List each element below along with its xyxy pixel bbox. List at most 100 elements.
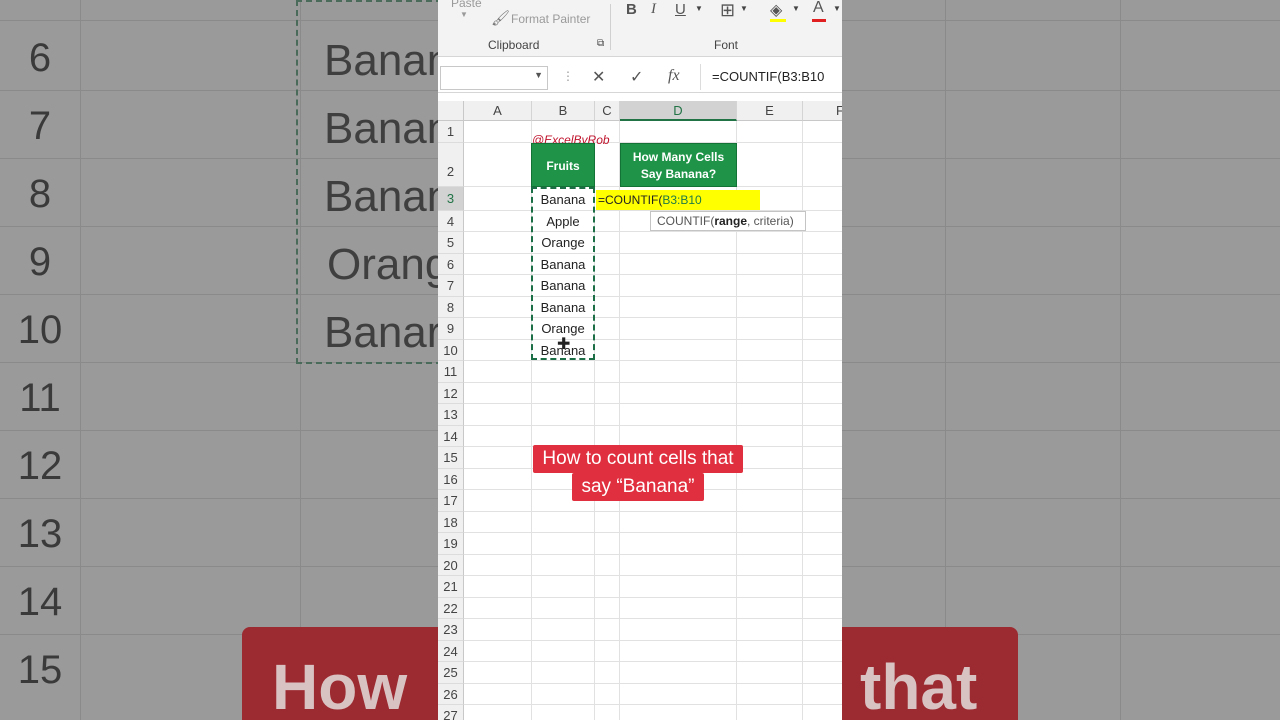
caption-line2: say “Banana” bbox=[572, 473, 704, 501]
grid-line bbox=[464, 382, 842, 383]
paste-dropdown-icon[interactable]: ▼ bbox=[460, 10, 468, 19]
column-header-d[interactable]: D bbox=[620, 101, 737, 121]
brush-icon: 🖌 bbox=[491, 10, 511, 27]
enter-check-icon[interactable]: ✓ bbox=[630, 67, 643, 87]
row-header[interactable]: 10 bbox=[438, 340, 464, 361]
row-header[interactable]: 15 bbox=[438, 447, 464, 469]
row-header[interactable]: 14 bbox=[438, 426, 464, 447]
bg-word: Banan bbox=[324, 36, 452, 85]
grid-line bbox=[464, 317, 842, 318]
grid-line bbox=[464, 231, 842, 232]
row-header[interactable]: 25 bbox=[438, 662, 464, 684]
dialog-launcher-icon[interactable]: ⧉ bbox=[597, 38, 604, 49]
row-header[interactable]: 24 bbox=[438, 641, 464, 662]
row-header[interactable]: 1 bbox=[438, 121, 464, 143]
column-header-f[interactable]: F bbox=[803, 101, 842, 121]
row-header[interactable]: 2 bbox=[438, 143, 464, 187]
formula-bar: ▼ ⋮ ✕ ✓ fx =COUNTIF(B3:B10 bbox=[438, 62, 842, 93]
row-header[interactable]: 19 bbox=[438, 533, 464, 555]
bg-row-number: 15 bbox=[17, 648, 63, 692]
fill-dropdown-icon[interactable]: ▼ bbox=[792, 4, 800, 13]
row-header[interactable]: 27 bbox=[438, 705, 464, 720]
font-group-label: Font bbox=[714, 38, 739, 52]
count-header[interactable]: How Many Cells Say Banana? bbox=[620, 143, 737, 187]
count-header-line2: Say Banana? bbox=[640, 167, 717, 181]
row-header[interactable]: 3 bbox=[438, 187, 464, 211]
column-header-a[interactable]: A bbox=[464, 101, 532, 121]
bg-row-number: 11 bbox=[19, 376, 61, 420]
bg-row-number: 6 bbox=[28, 36, 52, 80]
function-tooltip[interactable]: COUNTIF(range, criteria) bbox=[650, 211, 806, 231]
font-color-button[interactable]: A bbox=[813, 0, 824, 17]
count-header-line1: How Many Cells bbox=[632, 150, 725, 164]
grid-line bbox=[464, 575, 842, 576]
grid-line bbox=[464, 296, 842, 297]
row-header[interactable]: 8 bbox=[438, 297, 464, 318]
bg-row-number: 13 bbox=[17, 512, 63, 556]
underline-button[interactable]: U bbox=[675, 1, 686, 18]
clipboard-group-label: Clipboard bbox=[488, 38, 540, 52]
row-header[interactable]: 16 bbox=[438, 469, 464, 490]
bg-word: Banan bbox=[324, 104, 452, 153]
borders-icon[interactable]: ⊞ bbox=[720, 0, 735, 21]
tooltip-rest: , criteria) bbox=[747, 214, 794, 228]
bg-row-number: 9 bbox=[28, 240, 52, 284]
row-header[interactable]: 11 bbox=[438, 361, 464, 383]
grid-line bbox=[464, 618, 842, 619]
row-header[interactable]: 18 bbox=[438, 512, 464, 533]
column-header-c[interactable]: C bbox=[595, 101, 620, 121]
grid-line bbox=[464, 425, 842, 426]
row-header[interactable]: 17 bbox=[438, 490, 464, 512]
bg-row-number: 12 bbox=[17, 444, 63, 488]
select-all-corner[interactable] bbox=[438, 101, 464, 121]
row-header[interactable]: 13 bbox=[438, 404, 464, 426]
bold-button[interactable]: B bbox=[626, 1, 637, 18]
row-header[interactable]: 6 bbox=[438, 254, 464, 275]
worksheet-grid[interactable]: A B C D E F 1 2 3 4 5 6 7 8 9 10 11 12 13 14 15 16 17 18 1… bbox=[438, 101, 842, 720]
bg-row-number: 10 bbox=[17, 308, 63, 352]
bg-row-number: 7 bbox=[28, 104, 52, 148]
fruits-header[interactable]: Fruits bbox=[531, 143, 595, 187]
more-options-icon[interactable]: ⋮ bbox=[562, 69, 574, 83]
grid-line bbox=[464, 403, 842, 404]
caption-line1: How to count cells that bbox=[533, 445, 743, 473]
bg-caption-right: that bbox=[860, 651, 978, 720]
cancel-icon[interactable]: ✕ bbox=[592, 67, 605, 87]
paste-button[interactable]: Paste bbox=[451, 0, 482, 10]
grid-line bbox=[464, 360, 842, 361]
column-header-b[interactable]: B bbox=[532, 101, 595, 121]
row-header[interactable]: 26 bbox=[438, 684, 464, 705]
row-header[interactable]: 12 bbox=[438, 383, 464, 404]
italic-button[interactable]: I bbox=[651, 1, 656, 18]
font-color-dropdown-icon[interactable]: ▼ bbox=[833, 4, 841, 13]
row-header[interactable]: 21 bbox=[438, 576, 464, 598]
edit-formula-prefix: =COUNTIF( bbox=[598, 193, 663, 207]
column-header-e[interactable]: E bbox=[737, 101, 803, 121]
insert-function-button[interactable]: fx bbox=[668, 67, 680, 85]
row-header[interactable]: 20 bbox=[438, 555, 464, 576]
fill-color-icon[interactable]: ◈ bbox=[770, 0, 782, 20]
active-cell-editor[interactable]: =COUNTIF(B3:B10 bbox=[596, 190, 760, 210]
bg-row-number: 14 bbox=[17, 580, 63, 624]
bg-word: Banan bbox=[324, 172, 452, 221]
video-caption: How to count cells that say “Banana” bbox=[514, 445, 762, 501]
formula-input[interactable]: =COUNTIF(B3:B10 bbox=[712, 69, 824, 84]
underline-dropdown-icon[interactable]: ▼ bbox=[695, 4, 703, 13]
row-header[interactable]: 22 bbox=[438, 598, 464, 619]
row-header[interactable]: 9 bbox=[438, 318, 464, 340]
borders-dropdown-icon[interactable]: ▼ bbox=[740, 4, 748, 13]
grid-line bbox=[464, 274, 842, 275]
row-header[interactable]: 5 bbox=[438, 232, 464, 254]
chevron-down-icon[interactable]: ▼ bbox=[534, 70, 543, 80]
ribbon: Paste ▼ 🖌 Format Painter Clipboard ⧉ B I… bbox=[438, 0, 842, 57]
row-header[interactable]: 23 bbox=[438, 619, 464, 641]
row-header[interactable]: 4 bbox=[438, 211, 464, 232]
edit-formula-ref: B3:B10 bbox=[662, 193, 702, 207]
row-header[interactable]: 7 bbox=[438, 275, 464, 297]
format-painter-button[interactable]: Format Painter bbox=[511, 12, 590, 26]
grid-line bbox=[464, 554, 842, 555]
name-box[interactable]: ▼ bbox=[440, 66, 548, 90]
tooltip-arg-range: range bbox=[714, 214, 748, 228]
grid-line bbox=[464, 253, 842, 254]
grid-line bbox=[464, 683, 842, 684]
